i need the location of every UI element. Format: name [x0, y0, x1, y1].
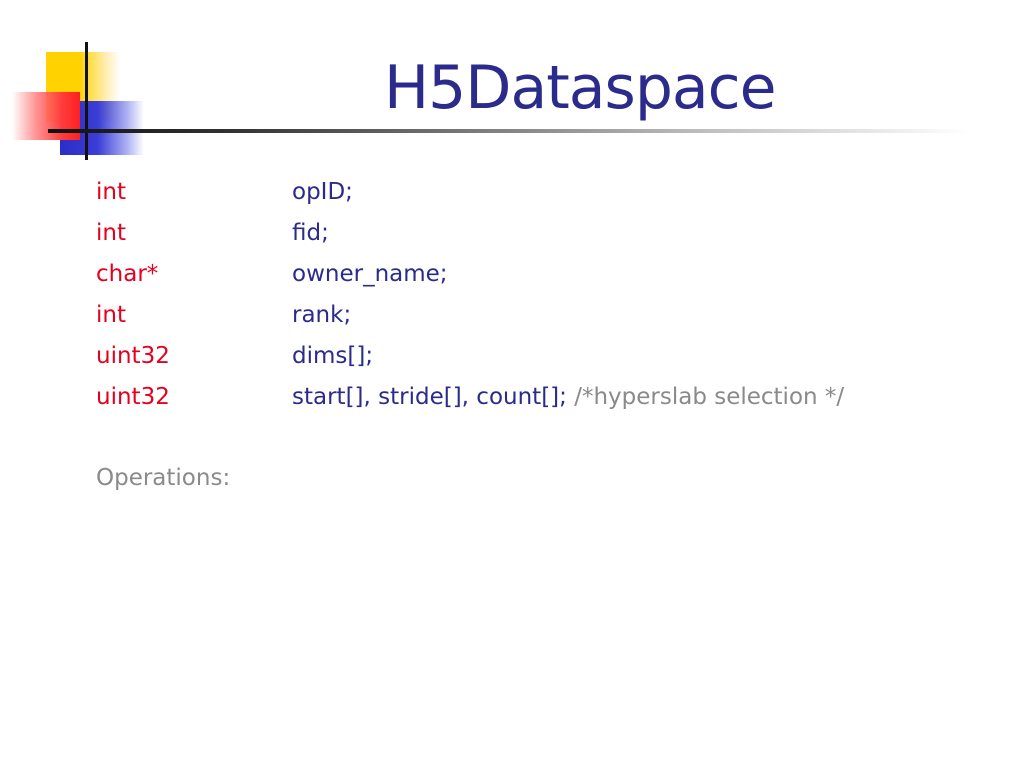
field-type: uint32	[96, 343, 170, 369]
field-row: uint32 dims[];	[96, 338, 844, 379]
field-comment: /*hyperslab selection */	[574, 384, 845, 410]
field-type: uint32	[96, 384, 170, 410]
field-name: dims[];	[292, 343, 374, 369]
field-type: int	[96, 302, 126, 328]
field-type: int	[96, 220, 126, 246]
title-underline	[48, 129, 968, 133]
logo-vertical-line	[85, 42, 88, 160]
field-name: rank;	[292, 302, 352, 328]
decorative-logo	[0, 0, 160, 170]
field-type: char*	[96, 261, 159, 287]
field-row: uint32 start[], stride[], count[]; /*hype…	[96, 379, 844, 420]
operations-label: Operations:	[96, 465, 231, 491]
field-name: owner_name;	[292, 261, 448, 287]
field-row: int fid;	[96, 215, 844, 256]
struct-fields: int opID; int fid; char* owner_name; int ran…	[96, 174, 844, 420]
field-type: int	[96, 179, 126, 205]
field-row: char* owner_name;	[96, 256, 844, 297]
field-name: start[], stride[], count[];	[292, 384, 567, 410]
field-row: int opID;	[96, 174, 844, 215]
slide-title: H5Dataspace	[384, 53, 777, 123]
field-name: opID;	[292, 179, 353, 205]
field-row: int rank;	[96, 297, 844, 338]
field-name: fid;	[292, 220, 329, 246]
